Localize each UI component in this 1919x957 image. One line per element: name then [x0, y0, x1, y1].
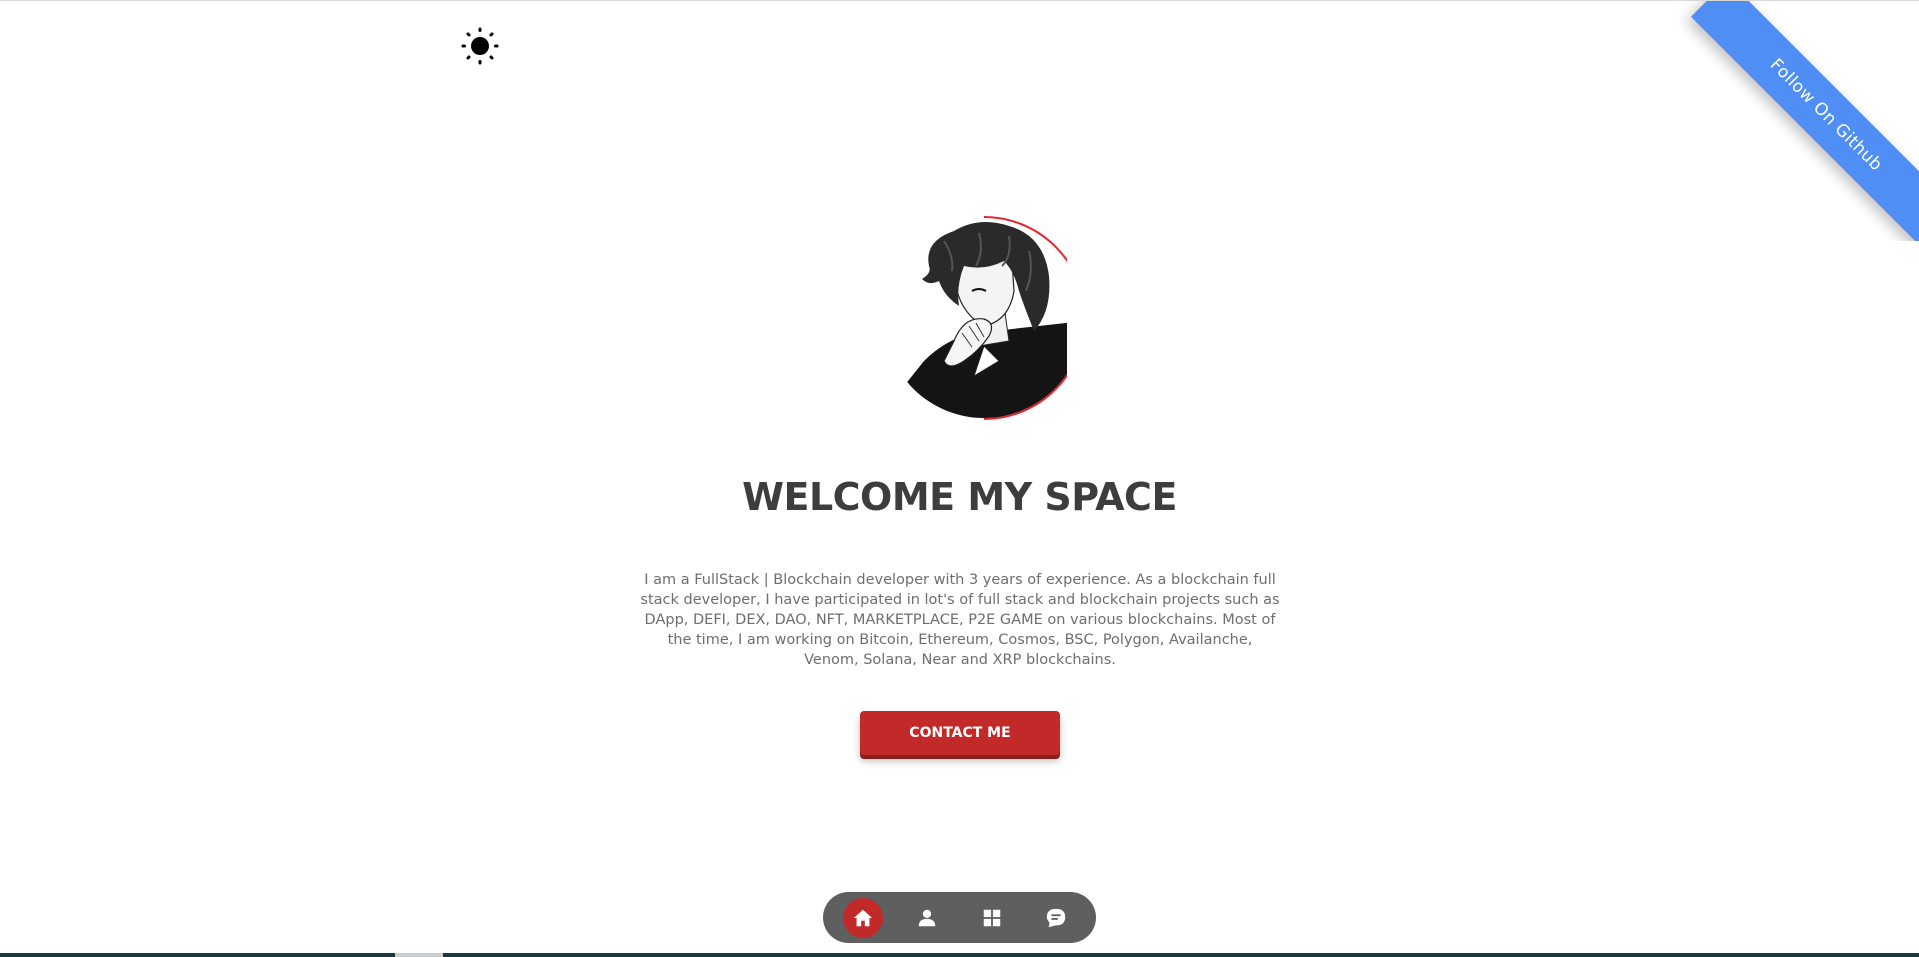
nav-item-portfolio[interactable]	[972, 898, 1012, 938]
sun-icon	[461, 27, 499, 65]
theme-toggle-button[interactable]	[460, 26, 500, 66]
avatar	[884, 211, 1086, 421]
page: Follow On Github WELCOME MY SPACE I am a…	[0, 0, 1919, 957]
follow-github-ribbon[interactable]: Follow On Github	[1690, 1, 1919, 241]
bottom-scroll-indicator	[395, 953, 443, 957]
bottom-border	[0, 953, 1919, 957]
avatar-illustration	[884, 216, 1086, 420]
github-ribbon-container: Follow On Github	[1679, 1, 1919, 241]
ribbon-label: Follow On Github	[1765, 54, 1887, 176]
contact-me-button[interactable]: CONTACT ME	[860, 711, 1060, 755]
bottom-nav	[823, 892, 1096, 943]
grid-icon	[983, 909, 1000, 926]
nav-item-about[interactable]	[907, 898, 947, 938]
home-icon	[853, 909, 873, 926]
page-title: WELCOME MY SPACE	[742, 475, 1177, 519]
chat-icon	[1046, 908, 1066, 927]
nav-item-contact[interactable]	[1036, 898, 1076, 938]
bio-text: I am a FullStack | Blockchain developer …	[640, 572, 1280, 668]
nav-item-home[interactable]	[843, 897, 884, 938]
user-icon	[919, 909, 936, 926]
